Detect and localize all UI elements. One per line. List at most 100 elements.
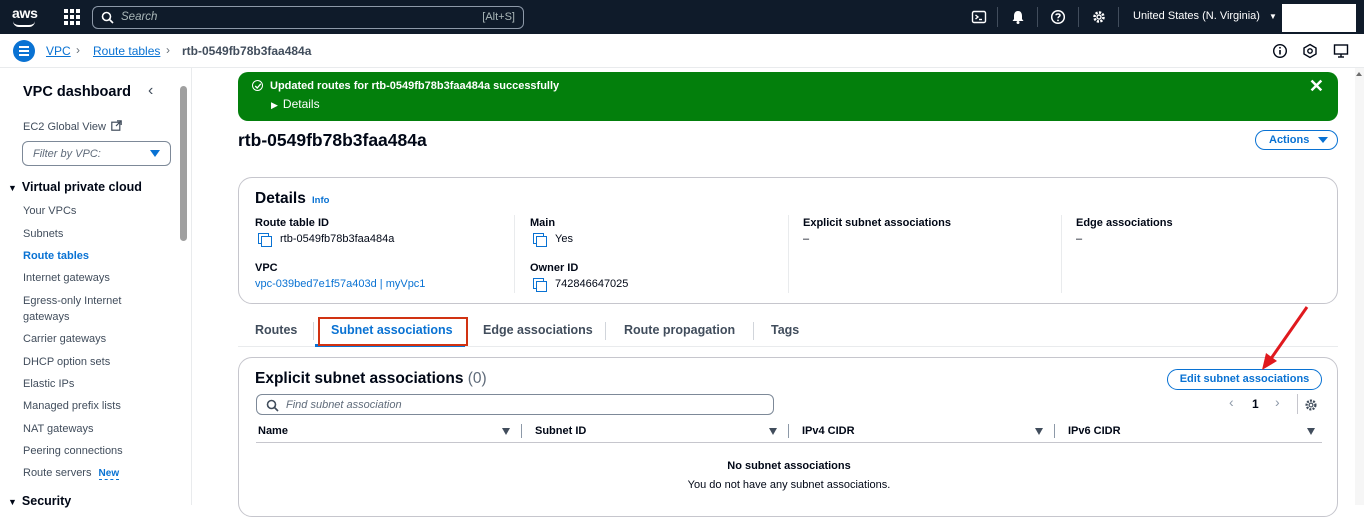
gear-icon[interactable] xyxy=(1091,9,1107,25)
copy-icon[interactable] xyxy=(258,233,272,247)
sidebar-item-subnets[interactable]: Subnets xyxy=(23,226,63,242)
breadcrumb-route-tables[interactable]: Route tables xyxy=(93,44,160,58)
aws-logo-text: aws xyxy=(12,5,38,21)
column-header-ipv4-cidr[interactable]: IPv4 CIDR xyxy=(802,425,855,437)
chevron-right-icon: › xyxy=(76,43,80,57)
sidebar-item-label: EC2 Global View xyxy=(23,121,106,133)
sort-icon[interactable] xyxy=(502,428,510,435)
sidebar-item-route-servers[interactable]: Route servers New xyxy=(23,465,120,482)
sort-icon[interactable] xyxy=(769,428,777,435)
info-link[interactable]: Info xyxy=(312,195,329,206)
breadcrumb-vpc[interactable]: VPC xyxy=(46,44,71,58)
feedback-icon[interactable] xyxy=(1302,43,1318,59)
help-icon[interactable] xyxy=(1050,9,1066,25)
tab-divider xyxy=(313,322,314,340)
breadcrumb-bar: VPC › Route tables › rtb-0549fb78b3faa48… xyxy=(0,34,1364,68)
sidebar-item-elastic-ips[interactable]: Elastic IPs xyxy=(23,376,74,392)
assoc-heading-text: Explicit subnet associations xyxy=(255,370,464,387)
vpc-link[interactable]: vpc-039bed7e1f57a403d | myVpc1 xyxy=(255,278,425,290)
previous-page-icon[interactable]: ‹ xyxy=(1229,394,1234,410)
tab-routes[interactable]: Routes xyxy=(255,323,297,337)
copy-icon[interactable] xyxy=(533,278,547,292)
details-heading: Details xyxy=(255,190,306,207)
edge-associations-label: Edge associations xyxy=(1076,217,1173,229)
toolbar-divider xyxy=(1037,7,1038,27)
sidebar-item-ec2-global-view[interactable]: EC2 Global View xyxy=(23,120,122,133)
find-subnet-association-input[interactable]: Find subnet association xyxy=(256,394,774,415)
sidebar-item-dhcp-option-sets[interactable]: DHCP option sets xyxy=(23,354,110,370)
sidebar-item-egress-only-internet-gateways[interactable]: Egress-only Internet gateways xyxy=(23,293,163,325)
account-menu[interactable] xyxy=(1282,4,1356,32)
column-header-name[interactable]: Name xyxy=(258,425,288,437)
search-input[interactable]: Search [Alt+S] xyxy=(92,6,524,29)
search-shortcut: [Alt+S] xyxy=(482,11,515,23)
toolbar-divider xyxy=(1078,7,1079,27)
vpc-filter-select[interactable]: Filter by VPC: xyxy=(22,141,171,166)
console-icon[interactable] xyxy=(1333,43,1349,59)
column-divider[interactable] xyxy=(521,424,522,438)
sidebar-scrollbar[interactable] xyxy=(180,86,187,241)
sidebar-item-your-vpcs[interactable]: Your VPCs xyxy=(23,203,76,219)
sort-icon[interactable] xyxy=(1035,428,1043,435)
tab-divider xyxy=(753,322,754,340)
sidebar-item-route-tables[interactable]: Route tables xyxy=(23,248,89,264)
caret-right-icon: ▶ xyxy=(271,100,278,110)
assoc-heading: Explicit subnet associations (0) xyxy=(255,370,487,388)
column-header-ipv6-cidr[interactable]: IPv6 CIDR xyxy=(1068,425,1121,437)
annotation-highlight-box xyxy=(318,317,468,346)
page-number[interactable]: 1 xyxy=(1252,397,1259,411)
sidebar-item-managed-prefix-lists[interactable]: Managed prefix lists xyxy=(23,398,121,414)
sidebar-item-nat-gateways[interactable]: NAT gateways xyxy=(23,421,94,437)
empty-state-message: You do not have any subnet associations. xyxy=(687,479,891,491)
section-label: Virtual private cloud xyxy=(21,180,142,194)
details-label: Details xyxy=(282,97,320,111)
sidebar-section-security[interactable]: ▼ Security xyxy=(8,494,71,508)
tab-route-propagation[interactable]: Route propagation xyxy=(624,323,735,337)
caret-down-icon xyxy=(150,150,160,157)
next-page-icon[interactable]: › xyxy=(1275,394,1280,410)
annotation-arrow xyxy=(1262,306,1309,370)
details-column-1: Route table ID rtb-0549fb78b3faa484a VPC… xyxy=(255,215,515,293)
explicit-subnet-associations-label: Explicit subnet associations xyxy=(803,217,951,229)
apps-grid-icon[interactable] xyxy=(64,9,80,25)
toolbar-divider xyxy=(1118,7,1119,27)
caret-down-icon xyxy=(1318,137,1328,143)
column-divider[interactable] xyxy=(788,424,789,438)
sidebar-item-carrier-gateways[interactable]: Carrier gateways xyxy=(23,331,106,347)
sidebar-section-virtual-private-cloud[interactable]: ▼ Virtual private cloud xyxy=(8,180,142,194)
menu-icon[interactable] xyxy=(13,40,35,62)
vpc-label: VPC xyxy=(255,262,278,274)
edge-associations-value: – xyxy=(1076,233,1083,245)
sidebar-title[interactable]: VPC dashboard xyxy=(23,84,131,100)
caret-down-icon: ▼ xyxy=(1269,12,1277,21)
actions-button[interactable]: Actions xyxy=(1255,130,1338,150)
collapse-sidebar-icon[interactable]: ‹ xyxy=(148,82,153,100)
close-icon[interactable]: ✕ xyxy=(1309,76,1324,97)
table-header: Name Subnet ID IPv4 CIDR IPv6 CIDR xyxy=(256,421,1322,443)
tab-tags[interactable]: Tags xyxy=(771,323,799,337)
column-header-subnet-id[interactable]: Subnet ID xyxy=(535,425,586,437)
settings-gear-icon[interactable] xyxy=(1304,398,1318,412)
tab-divider xyxy=(605,322,606,340)
column-divider[interactable] xyxy=(1054,424,1055,438)
sort-icon[interactable] xyxy=(1307,428,1315,435)
flash-details-toggle[interactable]: ▶ Details xyxy=(271,97,320,111)
page-scrollbar[interactable] xyxy=(1355,68,1364,505)
copy-icon[interactable] xyxy=(533,233,547,247)
scroll-up-icon[interactable] xyxy=(1356,72,1362,76)
explicit-subnet-associations-value: – xyxy=(803,233,810,245)
toolbar-divider xyxy=(997,7,998,27)
bell-icon[interactable] xyxy=(1010,9,1026,25)
sidebar-item-label: Route servers xyxy=(23,467,92,479)
chevron-right-icon: › xyxy=(166,43,170,57)
actions-label: Actions xyxy=(1269,134,1310,146)
sidebar-item-internet-gateways[interactable]: Internet gateways xyxy=(23,270,110,286)
search-placeholder: Search xyxy=(121,11,158,23)
cloudshell-icon[interactable] xyxy=(971,9,987,25)
region-selector[interactable]: United States (N. Virginia) ▼ xyxy=(1133,10,1277,22)
tab-edge-associations[interactable]: Edge associations xyxy=(483,323,593,337)
info-icon[interactable] xyxy=(1272,43,1288,59)
aws-logo[interactable]: aws xyxy=(12,6,40,28)
sidebar-item-peering-connections[interactable]: Peering connections xyxy=(23,443,123,459)
new-badge: New xyxy=(98,468,120,480)
